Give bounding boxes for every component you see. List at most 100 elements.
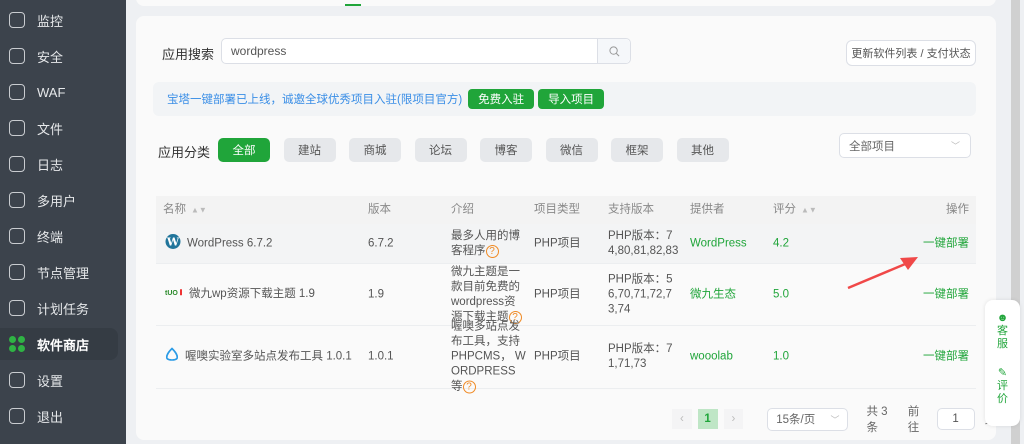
search-box xyxy=(221,38,631,64)
prev-page-button[interactable]: ‹ xyxy=(672,409,692,429)
free-join-button[interactable]: 免费入驻 xyxy=(468,89,535,109)
folder-icon xyxy=(9,120,25,136)
help-icon[interactable]: ? xyxy=(485,244,499,258)
sidebar-item-0[interactable]: 监控 xyxy=(0,4,118,36)
app-version: 1.9 xyxy=(368,288,384,300)
cube-icon xyxy=(9,264,25,280)
category-tab-3[interactable]: 论坛 xyxy=(414,138,467,162)
app-logo-icon: tUO xyxy=(165,287,183,302)
svg-text:W: W xyxy=(166,235,180,248)
header-version: 版本 xyxy=(368,203,391,216)
sidebar-item-label: 终端 xyxy=(37,229,64,245)
select-value: 全部项目 xyxy=(849,140,895,153)
one-click-deploy-button[interactable]: 一键部署 xyxy=(923,287,969,302)
app-version: 6.7.2 xyxy=(368,237,394,249)
category-tab-0[interactable]: 全部 xyxy=(218,138,270,162)
import-project-button[interactable]: 导入项目 xyxy=(538,89,605,109)
sidebar-item-11[interactable]: 退出 xyxy=(0,400,118,432)
update-software-list-button[interactable]: 更新软件列表 / 支付状态 xyxy=(846,40,976,66)
banner-text: 宝塔一键部署已上线，诚邀全球优秀项目入驻(限项目官方) xyxy=(167,94,463,106)
app-type: PHP项目 xyxy=(534,237,581,249)
one-click-deploy-button[interactable]: 一键部署 xyxy=(923,350,969,365)
sidebar-item-label: 日志 xyxy=(37,157,64,173)
header-provider: 提供者 xyxy=(690,203,725,216)
page-1-button[interactable]: 1 xyxy=(697,409,718,429)
app-score: 4.2 xyxy=(773,237,789,249)
category-tab-4[interactable]: 博客 xyxy=(480,138,532,162)
sidebar-item-8[interactable]: 计划任务 xyxy=(0,292,118,324)
category-tab-2[interactable]: 商城 xyxy=(349,138,401,162)
category-tab-7[interactable]: 其他 xyxy=(676,138,729,162)
header-score[interactable]: 评分 ▲▼ xyxy=(773,203,817,218)
sidebar-item-label: 设置 xyxy=(37,373,64,389)
shield-icon xyxy=(9,48,25,64)
floating-help-panel: ☻ 客服 ✎ 评价 xyxy=(985,300,1020,426)
sidebar-item-2[interactable]: WAF xyxy=(0,76,118,108)
page-size-select[interactable]: 15条/页 ﹀ xyxy=(767,407,849,431)
chevron-down-icon: ﹀ xyxy=(950,141,960,151)
app-support: PHP版本：74,80,81,82,83 xyxy=(608,229,679,257)
app-logo-icon: W xyxy=(165,233,181,254)
app-score: 1.0 xyxy=(773,350,789,363)
sort-icon: ▲▼ xyxy=(801,205,817,215)
sidebar-item-label: 监控 xyxy=(37,13,64,29)
one-click-deploy-button[interactable]: 一键部署 xyxy=(923,236,969,251)
app-name[interactable]: tUO 微九wp资源下载主题 1.9 xyxy=(165,287,315,303)
header-type: 项目类型 xyxy=(534,203,580,216)
next-page-button[interactable]: › xyxy=(723,409,744,429)
store-icon xyxy=(9,336,25,352)
app-name[interactable]: W WordPress 6.7.2 xyxy=(165,233,272,254)
users-icon xyxy=(9,192,25,208)
sidebar-item-1[interactable]: 安全 xyxy=(0,40,118,72)
project-filter-select[interactable]: 全部项目 ﹀ xyxy=(839,133,971,158)
search-input[interactable] xyxy=(222,39,597,63)
sidebar-item-5[interactable]: 多用户 xyxy=(0,184,118,216)
app-version: 1.0.1 xyxy=(368,350,394,363)
app-score: 5.0 xyxy=(773,288,789,300)
pagination: ‹ 1 › 15条/页﹀ 共 3 条 前往 页 xyxy=(672,403,996,435)
app-type: PHP项目 xyxy=(534,350,581,363)
sidebar-item-6[interactable]: 终端 xyxy=(0,220,118,252)
sidebar-item-label: 多用户 xyxy=(37,193,77,209)
search-label: 应用搜索 xyxy=(162,47,215,62)
sidebar-item-label: 节点管理 xyxy=(37,265,90,281)
logout-icon xyxy=(9,408,25,424)
category-tab-5[interactable]: 微信 xyxy=(545,138,598,162)
app-name[interactable]: 喔噢实验室多站点发布工具 1.0.1 xyxy=(165,347,352,367)
sidebar-item-10[interactable]: 设置 xyxy=(0,364,118,396)
software-store-panel: 应用搜索 更新软件列表 / 支付状态 宝塔一键部署已上线，诚邀全球优秀项目入驻(… xyxy=(136,16,996,440)
app-provider[interactable]: wooolab xyxy=(690,350,733,365)
sidebar-item-label: WAF xyxy=(37,84,66,100)
edit-icon: ✎ xyxy=(997,367,1008,379)
search-icon xyxy=(608,45,619,56)
app-logo-icon xyxy=(165,347,179,367)
table-header: 名称 ▲▼ 版本 介绍 项目类型 支持版本 提供者 评分 ▲▼ 操作 xyxy=(156,196,976,224)
help-icon[interactable]: ? xyxy=(462,380,476,394)
category-tab-6[interactable]: 框架 xyxy=(611,138,663,162)
category-tab-1[interactable]: 建站 xyxy=(283,138,336,162)
app-intro: 最多人用的博客程序? xyxy=(451,229,520,258)
sidebar-item-7[interactable]: 节点管理 xyxy=(0,256,118,288)
svg-text:tUO: tUO xyxy=(165,290,178,297)
goto-label: 前往 xyxy=(907,406,920,434)
sidebar-item-9[interactable]: 软件商店 xyxy=(0,328,118,360)
review-button[interactable]: 评价 xyxy=(997,380,1009,406)
header-name[interactable]: 名称 ▲▼ xyxy=(163,203,207,218)
sidebar-item-3[interactable]: 文件 xyxy=(0,112,118,144)
sidebar-item-label: 计划任务 xyxy=(37,301,90,317)
sort-icon: ▲▼ xyxy=(191,205,207,215)
app-provider[interactable]: 微九生态 xyxy=(690,287,736,302)
calendar-icon xyxy=(9,300,25,316)
promo-banner: 宝塔一键部署已上线，诚邀全球优秀项目入驻(限项目官方) 免费入驻 导入项目 xyxy=(153,82,976,116)
top-card xyxy=(136,0,996,6)
sidebar-item-label: 文件 xyxy=(37,121,64,137)
app-type: PHP项目 xyxy=(534,288,581,300)
sidebar-item-4[interactable]: 日志 xyxy=(0,148,118,180)
goto-page-input[interactable] xyxy=(936,408,975,430)
app-table: 名称 ▲▼ 版本 介绍 项目类型 支持版本 提供者 评分 ▲▼ 操作 W WordPr… xyxy=(156,196,976,394)
customer-service-button[interactable]: 客服 xyxy=(997,325,1009,351)
app-provider[interactable]: WordPress xyxy=(690,236,747,251)
search-button[interactable] xyxy=(597,39,630,63)
table-row: 喔噢实验室多站点发布工具 1.0.1 1.0.1 喔噢多站点发布工具，支持PHP… xyxy=(156,321,976,394)
header-action: 操作 xyxy=(946,203,969,216)
